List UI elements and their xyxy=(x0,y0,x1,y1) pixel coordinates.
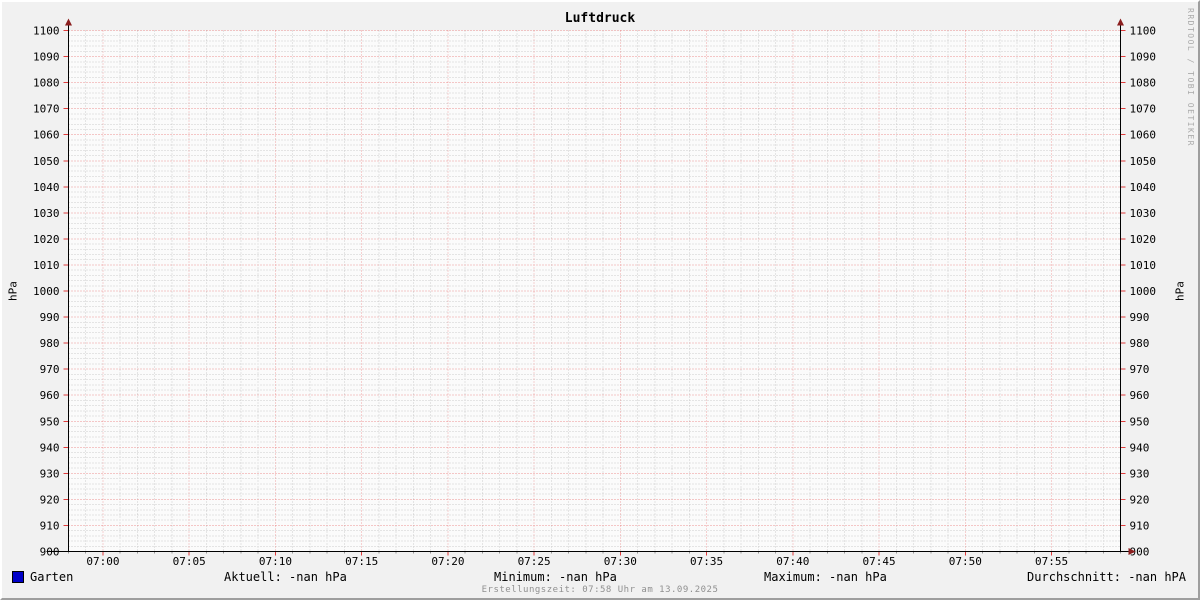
svg-text:07:00: 07:00 xyxy=(86,555,119,567)
svg-text:07:35: 07:35 xyxy=(690,555,723,567)
svg-text:1080: 1080 xyxy=(1130,77,1157,90)
svg-text:1030: 1030 xyxy=(33,207,60,220)
svg-text:07:20: 07:20 xyxy=(431,555,464,567)
svg-text:1010: 1010 xyxy=(1130,259,1157,272)
svg-text:950: 950 xyxy=(1130,415,1150,428)
svg-text:1090: 1090 xyxy=(33,51,60,64)
stat-minimum: Minimum: -nan hPa xyxy=(494,570,617,584)
svg-text:07:55: 07:55 xyxy=(1035,555,1068,567)
rrdtool-graph: Luftdruck RRDTOOL / TOBI OETIKER 9009109… xyxy=(0,0,1200,600)
svg-text:930: 930 xyxy=(1130,467,1150,480)
svg-text:980: 980 xyxy=(40,337,60,350)
svg-text:1080: 1080 xyxy=(33,77,60,90)
svg-text:1050: 1050 xyxy=(33,155,60,168)
svg-text:920: 920 xyxy=(40,493,60,506)
svg-text:1050: 1050 xyxy=(1130,155,1157,168)
svg-text:07:50: 07:50 xyxy=(949,555,982,567)
x-tick-labels: 07:00 07:05 07:10 07:15 07:20 07:25 07:30 07:35… xyxy=(86,555,1068,567)
svg-text:1030: 1030 xyxy=(1130,207,1157,220)
svg-text:940: 940 xyxy=(1130,441,1150,454)
svg-text:970: 970 xyxy=(40,363,60,376)
y-axis-label-right: hPa xyxy=(1174,281,1187,301)
svg-text:1040: 1040 xyxy=(33,181,60,194)
svg-text:1020: 1020 xyxy=(33,233,60,246)
svg-text:1070: 1070 xyxy=(33,103,60,116)
chart-canvas: 900 910 920 930 940 950 960 970 980 990 1000 1010 10… xyxy=(2,2,1200,567)
svg-text:970: 970 xyxy=(1130,363,1150,376)
legend-swatch-garten xyxy=(12,571,24,583)
svg-text:990: 990 xyxy=(40,311,60,324)
stat-aktuell: Aktuell: -nan hPa xyxy=(224,570,347,584)
y-axis-label-left: hPa xyxy=(7,281,20,301)
stat-durchschnitt: Durchschnitt: -nan hPA xyxy=(1027,570,1186,584)
svg-text:940: 940 xyxy=(40,441,60,454)
svg-text:07:10: 07:10 xyxy=(259,555,292,567)
svg-text:1000: 1000 xyxy=(1130,285,1157,298)
svg-text:960: 960 xyxy=(1130,389,1150,402)
stat-maximum: Maximum: -nan hPa xyxy=(764,570,887,584)
legend-series-name: Garten xyxy=(30,570,73,584)
svg-text:07:40: 07:40 xyxy=(776,555,809,567)
svg-text:930: 930 xyxy=(40,467,60,480)
creation-timestamp: Erstellungszeit: 07:58 Uhr am 13.09.2025 xyxy=(2,585,1198,595)
svg-text:960: 960 xyxy=(40,389,60,402)
y-tick-labels-right: 9009109209309409509609709809901000101010… xyxy=(1130,25,1157,559)
svg-text:07:15: 07:15 xyxy=(345,555,378,567)
svg-text:910: 910 xyxy=(1130,519,1150,532)
svg-text:1060: 1060 xyxy=(1130,129,1157,142)
svg-text:980: 980 xyxy=(1130,337,1150,350)
svg-text:1010: 1010 xyxy=(33,259,60,272)
svg-text:900: 900 xyxy=(40,546,60,559)
svg-text:950: 950 xyxy=(40,415,60,428)
svg-text:1090: 1090 xyxy=(1130,51,1157,64)
svg-text:1040: 1040 xyxy=(1130,181,1157,194)
y-tick-labels-left: 900 910 920 930 940 950 960 970 980 990 1000 1010 10… xyxy=(33,25,60,559)
svg-text:1070: 1070 xyxy=(1130,103,1157,116)
svg-text:990: 990 xyxy=(1130,311,1150,324)
svg-text:910: 910 xyxy=(40,519,60,532)
svg-text:1060: 1060 xyxy=(33,129,60,142)
svg-text:920: 920 xyxy=(1130,493,1150,506)
svg-text:1100: 1100 xyxy=(1130,25,1157,38)
svg-text:07:30: 07:30 xyxy=(604,555,637,567)
svg-text:07:05: 07:05 xyxy=(173,555,206,567)
svg-text:1000: 1000 xyxy=(33,285,60,298)
svg-text:07:45: 07:45 xyxy=(862,555,895,567)
svg-text:1100: 1100 xyxy=(33,25,60,38)
svg-text:07:25: 07:25 xyxy=(518,555,551,567)
svg-text:1020: 1020 xyxy=(1130,233,1157,246)
